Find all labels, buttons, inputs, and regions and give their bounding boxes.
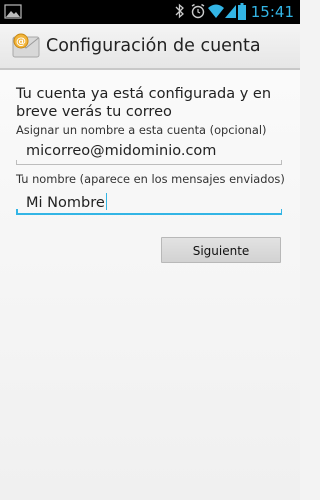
text-cursor (105, 193, 107, 210)
field-underline (16, 164, 282, 165)
account-name-value: micorreo@midominio.com (26, 143, 217, 159)
account-setup-form: Tu cuenta ya está configurada y en breve… (0, 70, 300, 500)
your-name-value: Mi Nombre (26, 195, 105, 211)
your-name-field[interactable]: Mi Nombre (16, 189, 282, 215)
intro-text: Tu cuenta ya está configurada y en breve… (16, 86, 272, 120)
page-title: Configuración de cuenta (46, 36, 261, 56)
field-underline-tick (16, 160, 17, 165)
status-bar: 15:41 (0, 0, 300, 24)
email-envelope-icon: @ (12, 33, 40, 58)
bluetooth-icon (175, 3, 184, 19)
account-name-field[interactable]: micorreo@midominio.com (16, 139, 282, 165)
field-underline-tick (281, 160, 282, 165)
battery-icon (238, 3, 246, 20)
gallery-notification-icon (4, 4, 22, 19)
alarm-icon (191, 3, 205, 19)
your-name-value-wrapper: Mi Nombre (26, 193, 107, 211)
next-button[interactable]: Siguiente (161, 237, 281, 263)
action-bar: @ Configuración de cuenta (0, 24, 300, 68)
cell-signal-icon (225, 5, 236, 18)
svg-text:@: @ (16, 37, 26, 48)
your-name-label: Tu nombre (aparece en los mensajes envia… (16, 172, 285, 186)
field-underline-tick (16, 209, 18, 215)
field-underline-focused (16, 213, 282, 215)
wifi-icon (208, 4, 224, 18)
clock: 15:41 (250, 3, 294, 21)
account-name-label: Asignar un nombre a esta cuenta (opciona… (16, 123, 267, 137)
field-underline-tick (280, 209, 282, 215)
